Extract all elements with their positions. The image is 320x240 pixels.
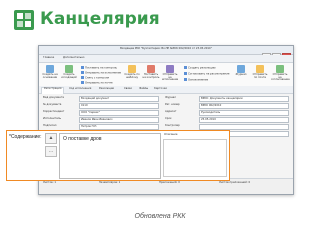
edit-icon[interactable]: … [45, 146, 57, 157]
execute-icon [166, 65, 174, 73]
document-icon [46, 65, 54, 73]
description-input[interactable] [163, 139, 227, 177]
template-icon [128, 65, 136, 73]
outgoing-icon [65, 65, 73, 73]
content-callout: *Содержание: ▲ … О поставке дров Описани… [6, 130, 230, 181]
set-control-button[interactable]: Поставить на контроль [142, 65, 160, 79]
mail-icon [256, 65, 264, 73]
field-label: Адресат [165, 110, 177, 113]
footer-sheets: Листов: 1 [43, 181, 57, 184]
field-label: Рег. номер [165, 103, 180, 106]
content-buttons: ▲ … [45, 133, 57, 159]
journal-icon [237, 65, 245, 73]
create-outgoing-button[interactable]: Создать исходящий [60, 65, 78, 79]
field-label: Срок [165, 117, 172, 120]
ribbon-item[interactable]: Отправить по почте [81, 81, 113, 85]
field-input[interactable]: Иванов Иван Иванович [79, 117, 159, 123]
tab-main[interactable]: Главное [43, 56, 54, 60]
footer-attachment-sheets: Листов приложений: 0 [219, 181, 251, 184]
ribbon-item[interactable]: Создать резолюцию [184, 66, 216, 70]
ribbon-item[interactable]: Ознакомление [184, 78, 208, 82]
approve-icon [276, 65, 284, 73]
field-input[interactable]: ВРКК: Документы канцелярии [199, 96, 289, 102]
subtab-files[interactable]: Файлы [139, 87, 148, 91]
description-panel: Описание [163, 133, 227, 177]
ribbon-item[interactable]: Отправить на исполнение [81, 71, 121, 75]
document-subtabs: Регистрация Ход исполнения Резолюции Свя… [39, 86, 293, 94]
slide-caption: Обновлена РКК [134, 213, 186, 220]
expand-icon[interactable]: ▲ [45, 133, 57, 144]
field-label: Контролер [165, 124, 180, 127]
content-label: *Содержание: [9, 134, 42, 140]
field-input[interactable]: Входящий документ [79, 96, 159, 102]
description-label: Описание [164, 133, 178, 136]
subtab-links[interactable]: Связи [124, 87, 132, 91]
footer-attachments: Приложений: 0 [159, 181, 180, 184]
create-based-button[interactable]: Создать на основании [41, 65, 59, 79]
send-approve-button[interactable]: Отправить на согласование [271, 65, 290, 82]
control-icon [147, 65, 155, 73]
field-input[interactable]: ООО "Сервис" [79, 110, 159, 116]
window-title: Входящие РКК "Бухгалтерия: Вх-НР №РКК 00… [120, 47, 212, 50]
content-text: О поставке дров [63, 136, 102, 142]
tab-additional[interactable]: Дополнительно [63, 56, 85, 60]
subtab-cards[interactable]: Карточки [154, 87, 167, 91]
field-input[interactable]: 0110 [79, 103, 159, 109]
footer-copies: Экземпляров: 1 [99, 181, 121, 184]
ribbon-tabs: Главное Дополнительно [39, 55, 293, 63]
field-label: Журнал [165, 96, 176, 99]
app-logo-icon [14, 10, 34, 30]
subtab-progress[interactable]: Ход исполнения [69, 87, 91, 91]
field-input[interactable]: ВРКК 002/2010 [199, 103, 289, 109]
ribbon-item[interactable]: Согласовать на рассмотрение [184, 72, 229, 76]
journal-button[interactable]: Журнал [232, 65, 250, 77]
field-label: Подписал [43, 124, 57, 127]
field-label: Вид документа [43, 96, 64, 99]
create-template-button[interactable]: Создать по шаблону [123, 65, 141, 79]
ribbon-item[interactable]: Поставить на контроль [81, 66, 117, 70]
field-input[interactable]: Руководитель [199, 110, 289, 116]
field-input[interactable]: 25.05.2010 [199, 117, 289, 123]
send-mail-button[interactable]: Отправить по почте [251, 65, 269, 79]
content-textarea[interactable]: О поставке дров [59, 133, 161, 179]
page-title: Канцелярия [40, 9, 160, 29]
subtab-resolutions[interactable]: Резолюции [99, 87, 114, 91]
subtab-registration[interactable]: Регистрация [41, 86, 65, 94]
field-label: № документа [43, 103, 62, 106]
ribbon-item[interactable]: Снять с контроля [81, 76, 109, 80]
window-titlebar: Входящие РКК "Бухгалтерия: Вх-НР №РКК 00… [39, 46, 293, 60]
send-execute-button[interactable]: Отправить на исполнение [161, 65, 179, 82]
field-label: Корреспондент [43, 110, 65, 113]
field-label: Исполнитель [43, 117, 61, 120]
